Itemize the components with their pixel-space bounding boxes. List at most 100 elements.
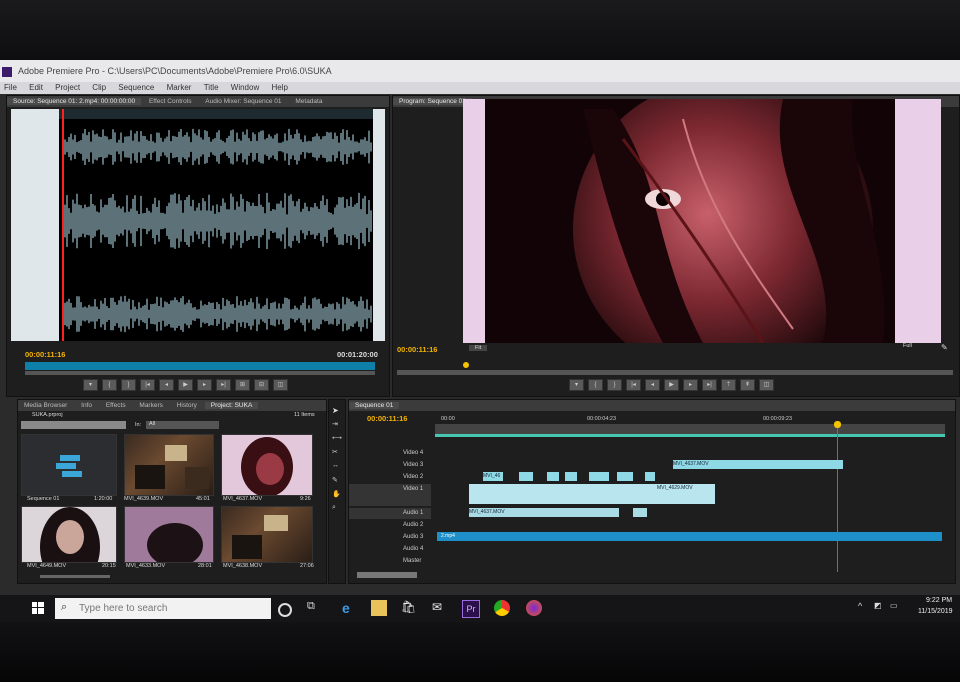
- taskbar-search-input[interactable]: ⌕ Type here to search: [55, 598, 271, 619]
- menu-clip[interactable]: Clip: [92, 83, 106, 92]
- export-frame-button-program[interactable]: ◫: [759, 379, 774, 391]
- quality-select[interactable]: Full: [903, 343, 912, 349]
- track-video-2[interactable]: Video 2: [349, 472, 431, 483]
- battery-icon[interactable]: ▭: [890, 601, 898, 610]
- track-audio-3[interactable]: Audio 3: [349, 532, 431, 543]
- track-video-3[interactable]: Video 3: [349, 460, 431, 471]
- track-master[interactable]: Master: [349, 556, 431, 567]
- tray-chevron-icon[interactable]: ^: [858, 601, 862, 611]
- clip-video-2[interactable]: MVI_46: [483, 472, 503, 481]
- tab-markers[interactable]: Markers: [133, 402, 168, 409]
- chrome-icon[interactable]: [494, 600, 510, 616]
- clip-audio-1[interactable]: MVI_4637.MOV: [469, 508, 619, 517]
- tab-audio-mixer[interactable]: Audio Mixer: Sequence 01: [199, 98, 287, 105]
- project-item-clip[interactable]: [21, 506, 117, 563]
- razor-tool-icon[interactable]: ✂: [332, 448, 338, 456]
- menu-title[interactable]: Title: [204, 83, 219, 92]
- windows-start-icon[interactable]: [30, 600, 46, 616]
- tab-program[interactable]: Program: Sequence 01: [393, 98, 472, 105]
- tab-effect-controls[interactable]: Effect Controls: [143, 98, 198, 105]
- play-button[interactable]: ▶: [178, 379, 193, 391]
- pen-tool-icon[interactable]: ✎: [332, 476, 338, 484]
- track-select-tool-icon[interactable]: ⇥: [332, 420, 338, 428]
- clip-video-2[interactable]: [645, 472, 655, 481]
- lift-button[interactable]: ⇡: [721, 379, 736, 391]
- timeline-timecode[interactable]: 00:00:11:16: [367, 414, 407, 423]
- clip-video-2[interactable]: [617, 472, 633, 481]
- mark-out-button-program[interactable]: }: [607, 379, 622, 391]
- ripple-edit-tool-icon[interactable]: ⟷: [332, 434, 342, 442]
- track-audio-2[interactable]: Audio 2: [349, 520, 431, 531]
- project-item-sequence[interactable]: [21, 434, 117, 496]
- clip-video-2[interactable]: [519, 472, 533, 481]
- marker-button[interactable]: ▾: [83, 379, 98, 391]
- menu-project[interactable]: Project: [55, 83, 80, 92]
- clip-video-2[interactable]: [565, 472, 577, 481]
- tab-project[interactable]: Project: SUKA: [204, 402, 259, 409]
- menu-edit[interactable]: Edit: [29, 83, 43, 92]
- tab-metadata[interactable]: Metadata: [289, 98, 328, 105]
- timeline-scrollbar[interactable]: [357, 572, 417, 578]
- wrench-icon[interactable]: ✎: [941, 343, 948, 352]
- extract-button[interactable]: ⇞: [740, 379, 755, 391]
- project-item-clip[interactable]: [221, 434, 313, 496]
- cortana-icon[interactable]: [278, 603, 292, 617]
- mail-icon[interactable]: ✉: [432, 600, 448, 616]
- menu-help[interactable]: Help: [271, 83, 287, 92]
- track-audio-4[interactable]: Audio 4: [349, 544, 431, 555]
- selection-tool-icon[interactable]: ➤: [332, 406, 339, 415]
- hand-tool-icon[interactable]: ✋: [332, 490, 341, 498]
- program-timecode[interactable]: 00:00:11:16: [397, 345, 437, 354]
- clip-audio-1[interactable]: [633, 508, 647, 517]
- tab-sequence[interactable]: Sequence 01: [349, 402, 400, 409]
- go-to-in-button-program[interactable]: |◂: [626, 379, 641, 391]
- mark-out-button[interactable]: }: [121, 379, 136, 391]
- program-playhead-marker[interactable]: [463, 362, 469, 368]
- program-scrubber[interactable]: [397, 370, 953, 375]
- export-frame-button[interactable]: ◫: [273, 379, 288, 391]
- mark-in-button[interactable]: {: [102, 379, 117, 391]
- premiere-taskbar-icon[interactable]: Pr: [462, 600, 480, 618]
- project-zoom-slider[interactable]: [40, 575, 110, 578]
- store-icon[interactable]: 🛍: [401, 600, 417, 616]
- source-timecode[interactable]: 00:00:11:16: [25, 350, 65, 359]
- step-back-button-program[interactable]: ◂: [645, 379, 660, 391]
- menu-marker[interactable]: Marker: [167, 83, 192, 92]
- timeline-playhead[interactable]: [837, 422, 838, 572]
- go-to-in-button[interactable]: |◂: [140, 379, 155, 391]
- work-area-bar[interactable]: [435, 434, 945, 437]
- clip-video-2[interactable]: [589, 472, 609, 481]
- tab-source[interactable]: Source: Sequence 01: 2.mp4: 00:00:00:00: [7, 98, 142, 105]
- project-item-clip[interactable]: [124, 434, 214, 496]
- track-video-1[interactable]: Video 1: [349, 484, 431, 506]
- go-to-out-button[interactable]: ▸|: [216, 379, 231, 391]
- playhead-head[interactable]: [834, 421, 841, 428]
- step-back-button[interactable]: ◂: [159, 379, 174, 391]
- tab-history[interactable]: History: [171, 402, 203, 409]
- clip-audio-3[interactable]: 2.mp4: [437, 532, 942, 541]
- menu-sequence[interactable]: Sequence: [118, 83, 154, 92]
- go-to-out-button-program[interactable]: ▸|: [702, 379, 717, 391]
- slip-tool-icon[interactable]: ↔: [332, 462, 339, 469]
- menu-file[interactable]: File: [4, 83, 17, 92]
- source-scrubber[interactable]: [25, 362, 375, 370]
- track-audio-1[interactable]: Audio 1: [349, 508, 431, 519]
- project-item-clip[interactable]: [221, 506, 313, 563]
- tab-media-browser[interactable]: Media Browser: [18, 402, 73, 409]
- task-view-icon[interactable]: ⧉: [307, 600, 323, 616]
- insert-button[interactable]: ⊞: [235, 379, 250, 391]
- overwrite-button[interactable]: ⊟: [254, 379, 269, 391]
- clip-video-1[interactable]: MVI_4629.MOV: [469, 484, 715, 504]
- zoom-tool-icon[interactable]: ⌕: [332, 504, 336, 512]
- network-icon[interactable]: ◩: [874, 601, 882, 610]
- clip-video-2[interactable]: [547, 472, 559, 481]
- firefox-icon[interactable]: [526, 600, 542, 616]
- menu-window[interactable]: Window: [231, 83, 259, 92]
- clip-video-3[interactable]: MVI_4637.MOV: [673, 460, 843, 469]
- tab-info[interactable]: Info: [75, 402, 98, 409]
- step-forward-button-program[interactable]: ▸: [683, 379, 698, 391]
- play-button-program[interactable]: ▶: [664, 379, 679, 391]
- project-search-input[interactable]: [21, 421, 126, 429]
- marker-button-program[interactable]: ▾: [569, 379, 584, 391]
- time-ruler[interactable]: [435, 424, 945, 434]
